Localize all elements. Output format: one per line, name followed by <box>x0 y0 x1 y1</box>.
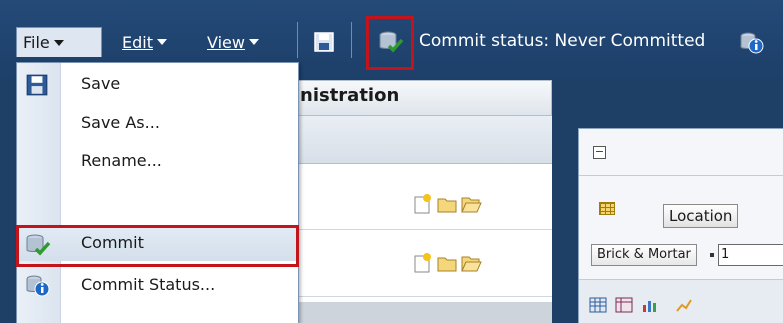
menu-item-save[interactable]: Save <box>17 68 298 102</box>
table-grid-icon <box>599 202 615 215</box>
toolbar-separator <box>351 22 352 58</box>
view-menu[interactable]: View <box>207 27 259 57</box>
menu-item-label: Save As... <box>81 113 160 132</box>
row-actions <box>412 193 482 215</box>
brick-mortar-button[interactable]: Brick & Mortar <box>591 244 697 266</box>
row-actions <box>412 252 482 274</box>
floppy-disk-icon <box>26 74 48 96</box>
chevron-down-icon <box>53 39 64 46</box>
collapse-toggle[interactable]: − <box>593 146 606 159</box>
brick-mortar-input[interactable]: 1 <box>718 244 783 266</box>
table-view-icon[interactable] <box>589 297 607 313</box>
view-menu-label: View <box>207 32 245 52</box>
row-divider <box>297 229 552 230</box>
commit-toolbar-icon[interactable] <box>378 29 404 55</box>
commit-status-text: Commit status: Never Committed <box>419 31 706 51</box>
panel-divider <box>579 175 783 176</box>
new-item-icon[interactable] <box>412 252 434 274</box>
menu-item-label: Rename... <box>81 151 162 170</box>
file-menu-label: File <box>23 33 50 52</box>
panel-gap <box>552 80 576 323</box>
new-item-icon[interactable] <box>412 193 434 215</box>
chevron-down-icon <box>156 39 167 45</box>
row-divider <box>297 296 552 297</box>
file-dropdown-menu: Save Save As... Rename... Commit Commit … <box>16 62 299 323</box>
chart-view-icon[interactable] <box>641 297 659 313</box>
bullet-dot <box>710 253 714 257</box>
open-folder-icon[interactable] <box>460 252 482 274</box>
commit-status-info-icon[interactable] <box>739 31 765 55</box>
menu-item-rename[interactable]: Rename... <box>17 145 298 179</box>
analysis-panel: − Location Brick & Mortar 1 <box>578 128 783 323</box>
file-menu[interactable]: File <box>16 27 102 57</box>
edit-menu-label: Edit <box>122 32 153 52</box>
toolbar-separator <box>297 22 298 58</box>
pivot-view-icon[interactable] <box>615 297 633 313</box>
commit-status-icon <box>26 275 50 297</box>
commit-menu-highlight-box <box>16 225 299 267</box>
folder-icon[interactable] <box>436 193 458 215</box>
chevron-down-icon <box>248 39 259 45</box>
open-folder-icon[interactable] <box>460 193 482 215</box>
row-strip <box>297 302 552 323</box>
admin-panel-title: nistration <box>300 85 400 106</box>
location-button[interactable]: Location <box>663 204 739 228</box>
menu-item-save-as[interactable]: Save As... <box>17 107 298 141</box>
edit-menu[interactable]: Edit <box>122 27 167 57</box>
admin-panel-body <box>297 164 552 323</box>
save-toolbar-icon[interactable] <box>313 31 335 53</box>
folder-icon[interactable] <box>436 252 458 274</box>
menu-item-label: Save <box>81 74 121 93</box>
menu-item-label: Commit Status... <box>81 275 216 294</box>
line-chart-icon[interactable] <box>675 297 693 313</box>
menu-item-commit-status[interactable]: Commit Status... <box>17 269 298 303</box>
admin-panel-subheader <box>297 116 552 164</box>
